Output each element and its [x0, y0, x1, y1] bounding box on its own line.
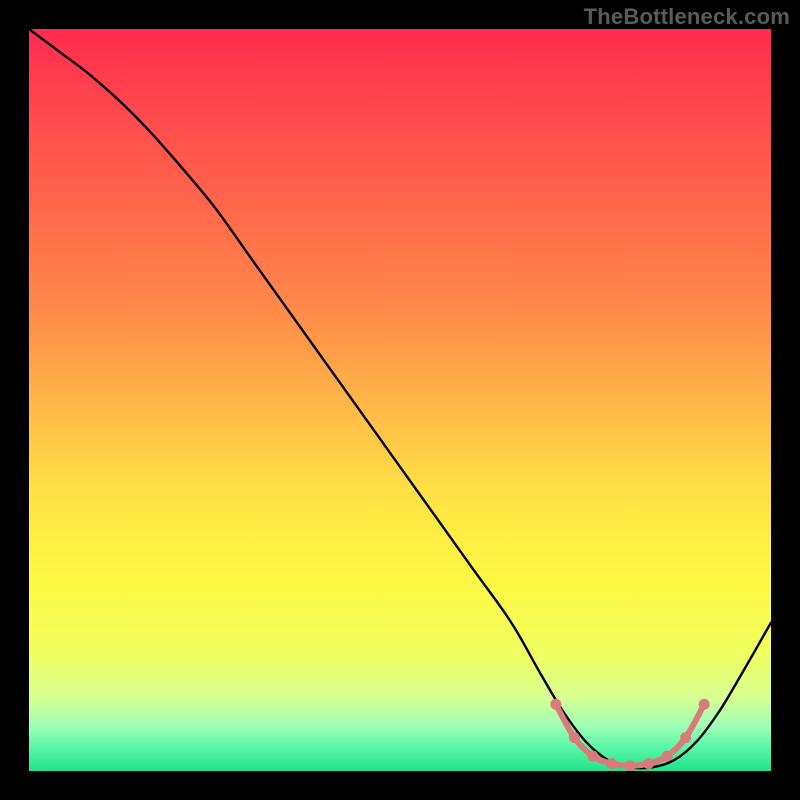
optimal-zone-marker	[662, 751, 673, 762]
optimal-zone-marker	[699, 699, 710, 710]
optimal-zone-marker	[587, 751, 598, 762]
optimal-zone-marker	[643, 758, 654, 769]
optimal-zone-marker	[625, 760, 636, 771]
optimal-zone-marker	[550, 699, 561, 710]
optimal-zone-marker	[606, 758, 617, 769]
bottleneck-chart	[29, 29, 771, 771]
optimal-zone-marker	[569, 732, 580, 743]
chart-frame: TheBottleneck.com	[0, 0, 800, 800]
gradient-background	[29, 29, 771, 771]
plot-area	[29, 29, 771, 771]
watermark-text: TheBottleneck.com	[584, 4, 790, 30]
optimal-zone-marker	[680, 732, 691, 743]
